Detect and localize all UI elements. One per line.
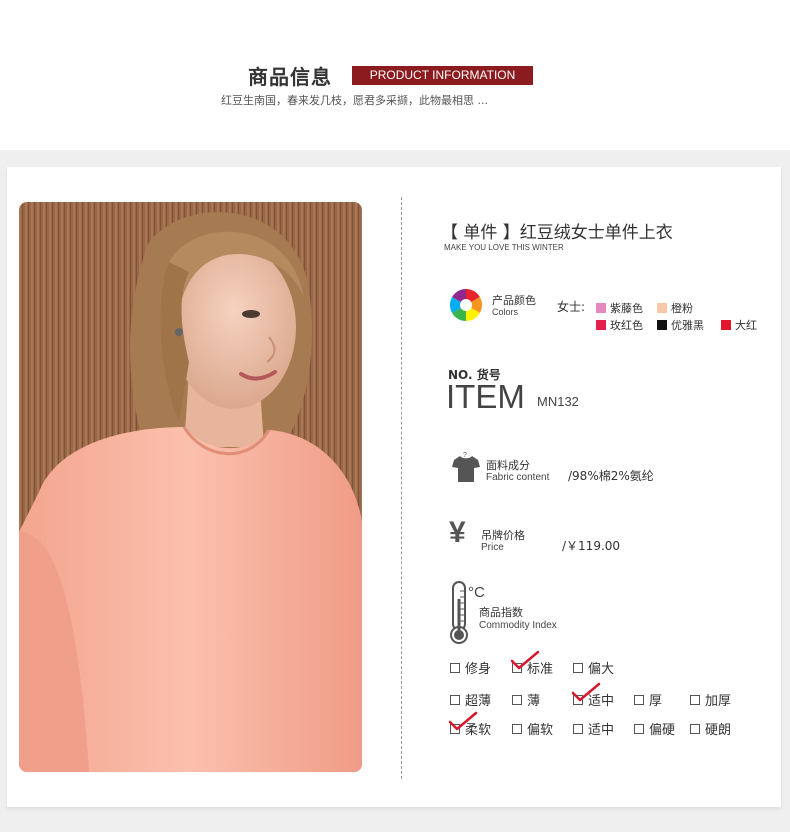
swatch-label: 优雅黑: [671, 319, 704, 332]
checkbox: [634, 694, 644, 705]
index-option: 加厚: [690, 690, 731, 709]
index-option: 修身: [450, 658, 491, 677]
swatch-box: [721, 320, 731, 330]
option-label: 加厚: [705, 694, 732, 709]
price-label-en: Price: [481, 542, 504, 553]
swatch-label: 紫藤色: [610, 302, 643, 315]
checkbox: [512, 694, 522, 705]
index-option: 偏大: [573, 658, 614, 677]
product-title: 【 单件 】红豆绒女士单件上衣: [441, 223, 673, 243]
checkbox: [450, 694, 460, 705]
checkmark-icon: [510, 650, 540, 670]
svg-text:?: ?: [463, 452, 467, 459]
checkbox: [690, 694, 700, 705]
color-swatch: 玫红色: [596, 317, 643, 333]
shirt-icon: ?: [450, 452, 482, 488]
option-label: 修身: [465, 662, 492, 677]
fabric-label: 面料成分: [486, 459, 530, 472]
index-option: 厚: [634, 690, 662, 709]
index-option: 偏硬: [634, 719, 675, 738]
swatch-box: [657, 303, 667, 313]
checkmark-icon: [571, 682, 601, 702]
women-label: 女士:: [557, 300, 586, 314]
product-tagline: MAKE YOU LOVE THIS WINTER: [444, 243, 564, 252]
swatch-label: 玫红色: [610, 319, 643, 332]
option-label: 厚: [649, 694, 663, 709]
colors-label-en: Colors: [492, 307, 519, 317]
option-label: 适中: [588, 723, 615, 738]
item-label: ITEM: [446, 378, 525, 415]
index-label-en: Commodity Index: [479, 620, 557, 631]
checkbox: [634, 723, 644, 734]
index-option: 薄: [512, 690, 540, 709]
color-swatch: 大红: [721, 317, 757, 333]
fabric-label-en: Fabric content: [486, 472, 550, 483]
celsius-label: °C: [468, 584, 485, 601]
yen-icon: ¥: [449, 516, 466, 549]
item-number: MN132: [537, 394, 579, 409]
option-label: 偏大: [588, 662, 615, 677]
swatch-box: [596, 320, 606, 330]
checkbox: [573, 723, 583, 734]
checkbox: [573, 662, 583, 673]
index-option: 超薄: [450, 690, 491, 709]
section-title: 商品信息: [248, 65, 332, 89]
color-swatch: 紫藤色: [596, 300, 643, 316]
index-label: 商品指数: [479, 606, 523, 619]
swatch-label: 橙粉: [671, 302, 693, 315]
option-label: 薄: [527, 694, 541, 709]
section-subtitle: 红豆生南国，春来发几枝，愿君多采撷，此物最相思 ...: [221, 94, 488, 107]
option-label: 偏软: [527, 723, 554, 738]
swatch-label: 大红: [735, 319, 757, 332]
checkbox: [512, 723, 522, 734]
option-label: 硬朗: [705, 723, 732, 738]
price-value: /￥119.00: [562, 539, 621, 553]
index-option: 偏软: [512, 719, 553, 738]
thermometer-icon: [449, 581, 469, 649]
colors-label: 产品颜色: [492, 294, 536, 307]
swatch-box: [657, 320, 667, 330]
index-option: 适中: [573, 719, 614, 738]
fabric-value: /98%棉2%氨纶: [568, 469, 654, 483]
color-swatch: 优雅黑: [657, 317, 704, 333]
product-photo: [19, 202, 362, 772]
price-label: 吊牌价格: [481, 529, 525, 542]
option-label: 偏硬: [649, 723, 676, 738]
section-title-badge: PRODUCT INFORMATION: [352, 66, 533, 85]
index-option: 硬朗: [690, 719, 731, 738]
dashed-divider: [401, 197, 402, 779]
color-wheel-icon: [449, 288, 483, 326]
checkmark-icon: [448, 711, 478, 731]
swatch-box: [596, 303, 606, 313]
option-label: 超薄: [465, 694, 492, 709]
color-swatch: 橙粉: [657, 300, 693, 316]
checkbox: [450, 662, 460, 673]
checkbox: [690, 723, 700, 734]
